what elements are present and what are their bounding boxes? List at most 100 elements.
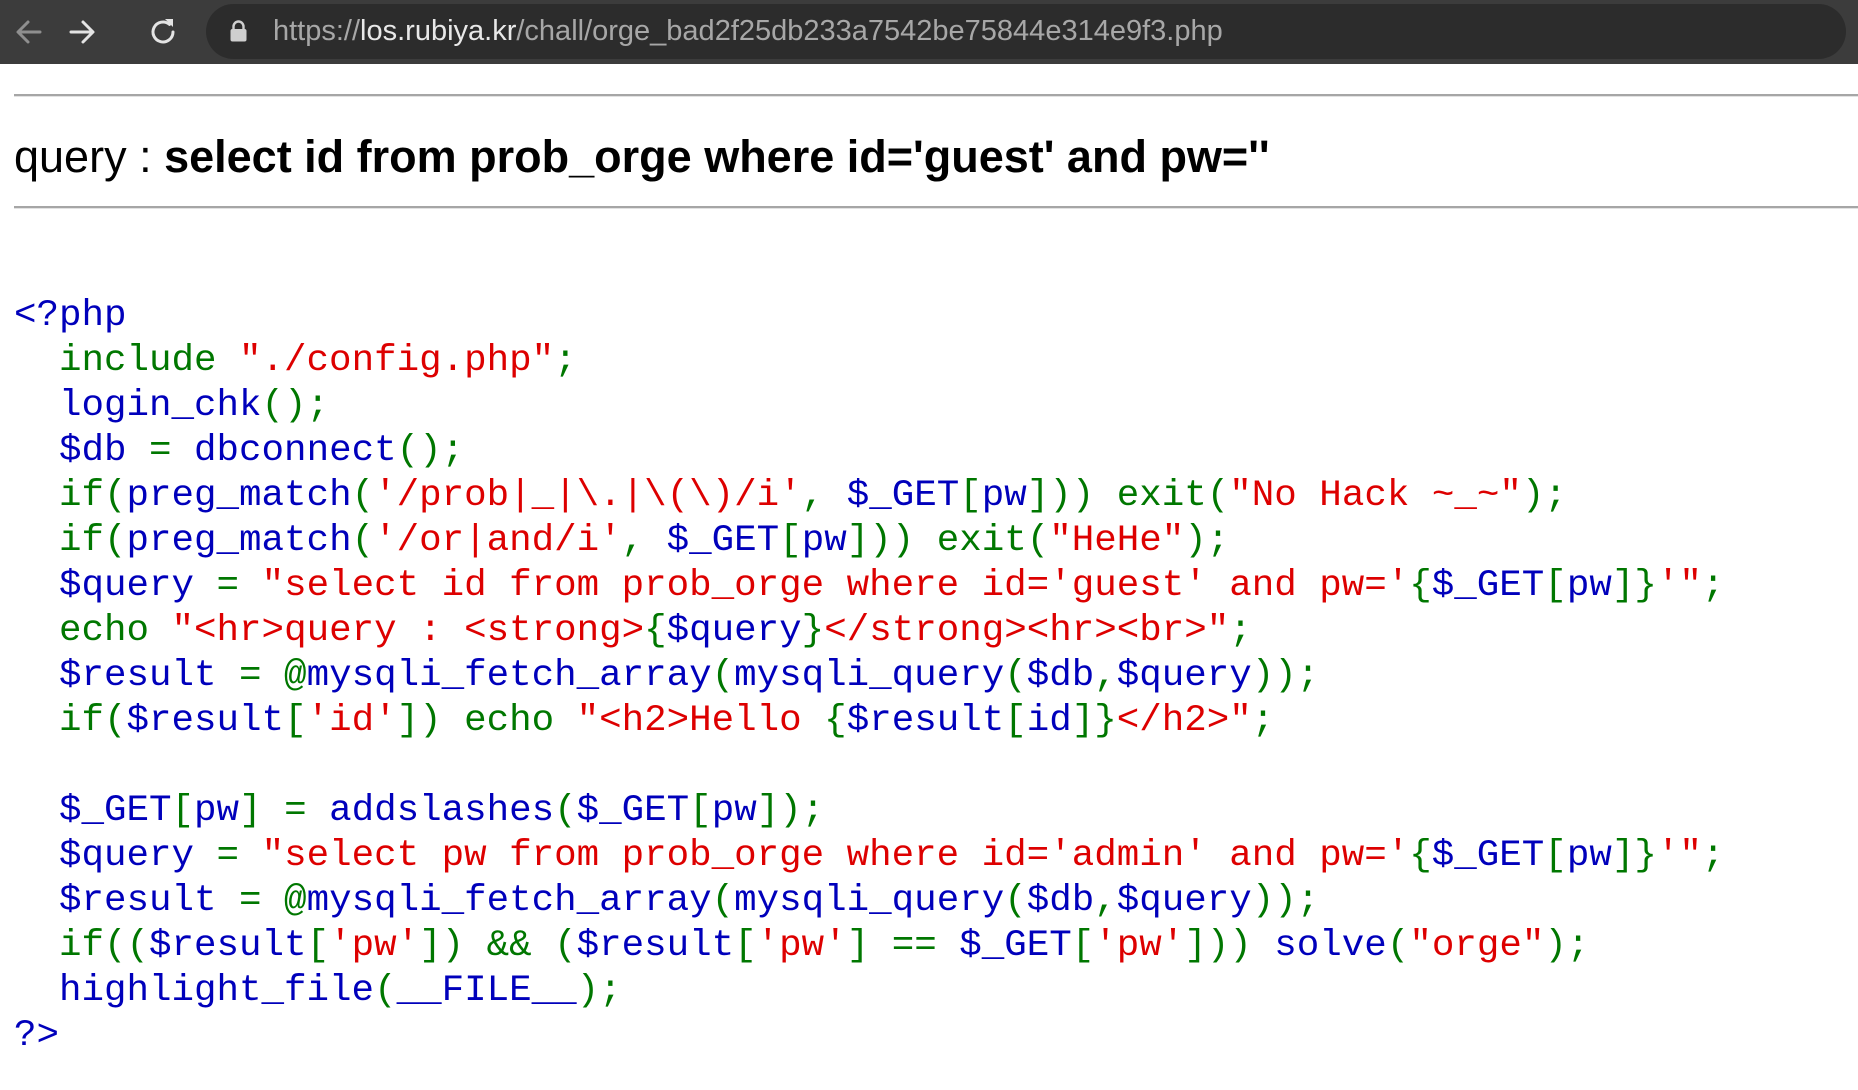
code-token: ); xyxy=(576,970,622,1012)
code-token: $result xyxy=(14,880,240,922)
code-token: [ xyxy=(306,925,330,967)
code-token: { xyxy=(644,610,667,652)
code-token: pw xyxy=(194,790,240,832)
code-token: $query xyxy=(14,835,217,877)
code-line: $_GET[pw] = addslashes($_GET[pw]); xyxy=(14,789,1724,834)
url-text[interactable]: https://los.rubiya.kr/chall/orge_bad2f25… xyxy=(273,4,1223,59)
code-token: ; xyxy=(1229,610,1252,652)
code-token: ])) exit( xyxy=(1026,475,1230,517)
code-token: (); xyxy=(396,430,465,472)
code-token: ]} xyxy=(1611,835,1657,877)
address-bar[interactable]: https://los.rubiya.kr/chall/orge_bad2f25… xyxy=(206,4,1846,59)
code-token: ); xyxy=(1521,475,1567,517)
code-token: $_GET xyxy=(1431,835,1545,877)
code-line: highlight_file(__FILE__); xyxy=(14,969,1724,1014)
code-token: 'pw' xyxy=(1094,925,1185,967)
code-token: = xyxy=(149,430,195,472)
back-button[interactable] xyxy=(8,11,50,53)
code-token: login_chk xyxy=(14,385,262,427)
code-token: [ xyxy=(959,475,982,517)
code-line: if(preg_match('/prob|_|\.|\(\)/i', $_GET… xyxy=(14,474,1724,519)
code-token: $_GET xyxy=(14,790,172,832)
code-token: ])) xyxy=(1184,925,1275,967)
code-token: = xyxy=(216,565,262,607)
code-token: '" xyxy=(1656,835,1702,877)
code-token: ; xyxy=(1701,565,1725,607)
code-token: __FILE__ xyxy=(396,970,577,1012)
arrow-right-icon xyxy=(69,20,95,44)
code-token: ?> xyxy=(14,1015,60,1057)
code-token: $db xyxy=(1026,655,1095,697)
code-token: [ xyxy=(779,520,802,562)
code-token: = @ xyxy=(239,880,307,922)
code-token: [ xyxy=(1071,925,1095,967)
code-token: pw xyxy=(1566,835,1612,877)
query-label: query : xyxy=(14,131,165,182)
code-token: mysqli_query xyxy=(734,655,1005,697)
code-token: solve xyxy=(1274,925,1387,967)
code-token: '/or|and/i' xyxy=(374,520,622,562)
code-token: )); xyxy=(1251,655,1320,697)
code-token: $_GET xyxy=(666,520,780,562)
code-token: $query xyxy=(14,565,217,607)
code-token: ( xyxy=(1004,655,1027,697)
code-line: <?php xyxy=(14,294,1724,339)
code-token: $query xyxy=(666,610,802,652)
code-token: </strong><hr><br>" xyxy=(824,610,1230,652)
code-token: include xyxy=(59,340,240,382)
code-token: ( xyxy=(1004,880,1027,922)
code-token: highlight_file xyxy=(14,970,375,1012)
url-host: los.rubiya.kr xyxy=(360,15,517,47)
code-token: , xyxy=(1094,655,1117,697)
query-display: query : select id from prob_orge where i… xyxy=(14,122,1270,192)
query-text: select id from prob_orge where id='guest… xyxy=(164,131,1270,182)
code-token: $db xyxy=(1026,880,1095,922)
forward-button[interactable] xyxy=(61,11,103,53)
code-token: [ xyxy=(734,925,757,967)
code-token: ]); xyxy=(756,790,825,832)
code-token: pw xyxy=(711,790,757,832)
code-token: ); xyxy=(1544,925,1590,967)
code-token: ( xyxy=(351,520,375,562)
code-line: $query = "select pw from prob_orge where… xyxy=(14,834,1724,879)
code-token: if( xyxy=(59,700,127,742)
code-token: { xyxy=(1409,835,1432,877)
code-token: ( xyxy=(1386,925,1410,967)
highlighted-source-code: <?php include "./config.php"; login_chk(… xyxy=(14,294,1724,1059)
code-token: id xyxy=(1026,700,1072,742)
code-token: "./config.php" xyxy=(239,340,555,382)
code-token: $query xyxy=(1116,880,1252,922)
code-token: echo xyxy=(59,610,172,652)
code-token: )); xyxy=(1251,880,1320,922)
code-token: ( xyxy=(711,880,735,922)
code-line: echo "<hr>query : <strong>{$query}</stro… xyxy=(14,609,1724,654)
code-token: $result xyxy=(126,700,285,742)
code-line: if($result['id']) echo "<h2>Hello {$resu… xyxy=(14,699,1724,744)
code-token: ]) echo xyxy=(396,700,577,742)
code-token: "<hr>query : <strong> xyxy=(171,610,645,652)
code-token: $result xyxy=(576,925,735,967)
url-path: /chall/orge_bad2f25db233a7542be75844e314… xyxy=(516,15,1223,47)
code-line: if(preg_match('/or|and/i', $_GET[pw])) e… xyxy=(14,519,1724,564)
code-token: [ xyxy=(171,790,195,832)
code-token: "orge" xyxy=(1409,925,1545,967)
reload-button[interactable] xyxy=(142,11,184,53)
code-token: ( xyxy=(374,970,397,1012)
code-token: ] == xyxy=(846,925,960,967)
code-token: ( xyxy=(554,790,577,832)
code-token: 'pw' xyxy=(756,925,847,967)
code-token: preg_match xyxy=(126,475,352,517)
code-token: </h2>" xyxy=(1116,700,1252,742)
code-line: login_chk(); xyxy=(14,384,1724,429)
code-token: 'id' xyxy=(306,700,397,742)
page-content: query : select id from prob_orge where i… xyxy=(0,64,1858,1090)
code-line: if(($result['pw']) && ($result['pw'] == … xyxy=(14,924,1724,969)
code-token: } xyxy=(801,610,825,652)
code-token: pw xyxy=(1566,565,1612,607)
arrow-left-icon xyxy=(16,20,42,44)
code-line: $db = dbconnect(); xyxy=(14,429,1724,474)
code-token: mysqli_fetch_array xyxy=(306,880,712,922)
code-token: "<h2>Hello xyxy=(576,700,825,742)
